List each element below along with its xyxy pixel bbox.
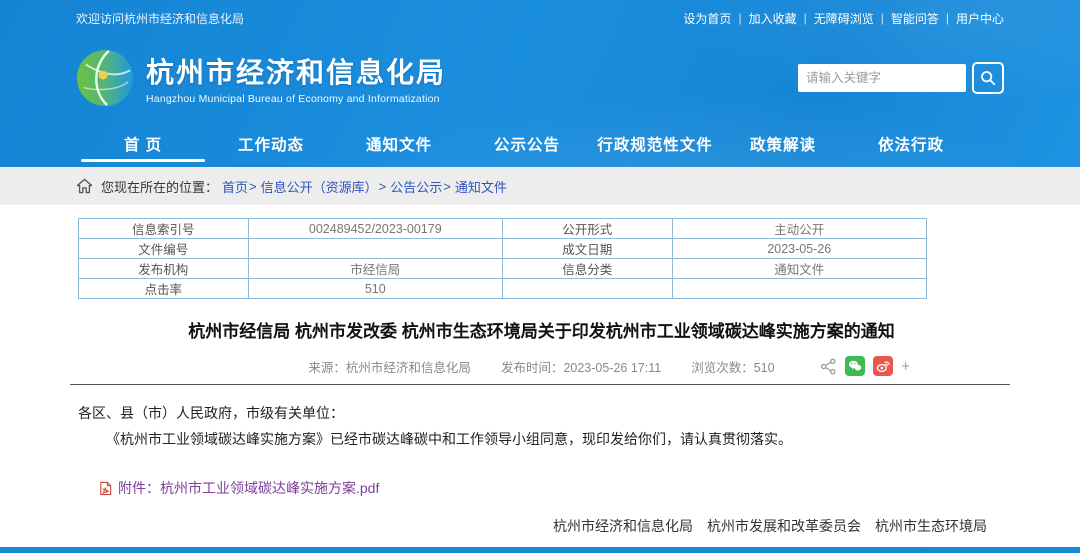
info-value-index-number: 002489452/2023-00179 bbox=[248, 219, 502, 239]
info-label-issue-date: 成文日期 bbox=[502, 239, 672, 259]
search-button[interactable] bbox=[972, 62, 1004, 94]
nav-item-home[interactable]: 首 页 bbox=[79, 120, 207, 167]
article-paragraph-body: 《杭州市工业领域碳达峰实施方案》已经市碳达峰碳中和工作领导小组同意，现印发给你们… bbox=[78, 427, 1004, 451]
topbar-links: 设为首页 | 加入收藏 | 无障碍浏览 | 智能问答 | 用户中心 bbox=[683, 10, 1004, 27]
breadcrumb-prefix: 您现在所在的位置： bbox=[101, 177, 218, 196]
info-value-empty bbox=[672, 279, 926, 299]
home-icon bbox=[76, 178, 93, 194]
info-value-issue-date: 2023-05-26 bbox=[672, 239, 926, 259]
table-row: 信息索引号 002489452/2023-00179 公开形式 主动公开 bbox=[79, 219, 927, 239]
nav-item-law-administration[interactable]: 依法行政 bbox=[847, 120, 975, 167]
search-area bbox=[798, 62, 1004, 94]
header: 杭州市经济和信息化局 Hangzhou Municipal Bureau of … bbox=[0, 36, 1080, 120]
article-source: 来源：杭州市经济和信息化局 bbox=[308, 357, 471, 376]
footer-bar bbox=[0, 547, 1080, 553]
info-label-document-number: 文件编号 bbox=[79, 239, 249, 259]
weibo-share-icon[interactable] bbox=[873, 356, 893, 376]
search-input[interactable] bbox=[798, 64, 966, 92]
share-more-button[interactable]: + bbox=[901, 359, 910, 374]
site-subtitle: Hangzhou Municipal Bureau of Economy and… bbox=[146, 93, 446, 105]
share-nodes-icon[interactable] bbox=[820, 358, 837, 375]
attachment-row: 附件：杭州市工业领域碳达峰实施方案.pdf bbox=[98, 478, 1004, 498]
breadcrumb-separator: > bbox=[379, 179, 387, 194]
info-value-click-rate: 510 bbox=[248, 279, 502, 299]
breadcrumb-link-info-disclosure[interactable]: 信息公开（资源库） bbox=[261, 177, 378, 196]
topbar-link-favorite[interactable]: 加入收藏 bbox=[749, 10, 797, 27]
nav-item-policy-interpretation[interactable]: 政策解读 bbox=[719, 120, 847, 167]
info-value-disclosure-form: 主动公开 bbox=[672, 219, 926, 239]
info-label-click-rate: 点击率 bbox=[79, 279, 249, 299]
breadcrumb-link-announcements[interactable]: 公告公示 bbox=[390, 177, 442, 196]
info-label-disclosure-form: 公开形式 bbox=[502, 219, 672, 239]
nav-item-notice-documents[interactable]: 通知文件 bbox=[335, 120, 463, 167]
info-label-issuing-agency: 发布机构 bbox=[79, 259, 249, 279]
wechat-share-icon[interactable] bbox=[845, 356, 865, 376]
info-label-index-number: 信息索引号 bbox=[79, 219, 249, 239]
table-row: 文件编号 成文日期 2023-05-26 bbox=[79, 239, 927, 259]
table-row: 发布机构 市经信局 信息分类 通知文件 bbox=[79, 259, 927, 279]
info-label-empty bbox=[502, 279, 672, 299]
signature-agencies: 杭州市经济和信息化局 杭州市发展和改革委员会 杭州市生态环境局 bbox=[78, 516, 1005, 536]
topbar-separator: | bbox=[946, 11, 949, 25]
topbar-separator: | bbox=[804, 11, 807, 25]
breadcrumb-link-notice-documents[interactable]: 通知文件 bbox=[455, 177, 507, 196]
table-row: 点击率 510 bbox=[79, 279, 927, 299]
article-paragraph-salutation: 各区、县（市）人民政府，市级有关单位： bbox=[78, 401, 1004, 425]
content: 信息索引号 002489452/2023-00179 公开形式 主动公开 文件编… bbox=[0, 205, 1080, 553]
article-publish-time: 发布时间：2023-05-26 17:11 bbox=[501, 357, 661, 376]
article-meta: 来源：杭州市经济和信息化局 发布时间：2023-05-26 17:11 浏览次数… bbox=[78, 355, 1005, 377]
info-label-info-category: 信息分类 bbox=[502, 259, 672, 279]
topbar: 欢迎访问杭州市经济和信息化局 设为首页 | 加入收藏 | 无障碍浏览 | 智能问… bbox=[0, 0, 1080, 36]
topbar-link-smart-qa[interactable]: 智能问答 bbox=[891, 10, 939, 27]
breadcrumb-link-home[interactable]: 首页 bbox=[222, 177, 248, 196]
page-title: 杭州市经信局 杭州市发改委 杭州市生态环境局关于印发杭州市工业领域碳达峰实施方案… bbox=[78, 317, 1005, 342]
bureau-logo bbox=[76, 49, 134, 107]
info-value-info-category: 通知文件 bbox=[672, 259, 926, 279]
site-title: 杭州市经济和信息化局 bbox=[146, 51, 446, 91]
site-header: 欢迎访问杭州市经济和信息化局 设为首页 | 加入收藏 | 无障碍浏览 | 智能问… bbox=[0, 0, 1080, 167]
welcome-text: 欢迎访问杭州市经济和信息化局 bbox=[76, 10, 244, 27]
topbar-separator: | bbox=[738, 11, 741, 25]
topbar-link-accessibility[interactable]: 无障碍浏览 bbox=[814, 10, 874, 27]
main-nav: 首 页 工作动态 通知文件 公示公告 行政规范性文件 政策解读 依法行政 bbox=[0, 120, 1080, 167]
meta-divider bbox=[70, 384, 1010, 385]
topbar-link-user-center[interactable]: 用户中心 bbox=[956, 10, 1004, 27]
site-identity: 杭州市经济和信息化局 Hangzhou Municipal Bureau of … bbox=[146, 51, 446, 105]
share-group: + bbox=[820, 355, 910, 377]
article-views: 浏览次数：510 bbox=[691, 357, 774, 376]
info-value-document-number bbox=[248, 239, 502, 259]
nav-item-public-announcements[interactable]: 公示公告 bbox=[463, 120, 591, 167]
info-value-issuing-agency: 市经信局 bbox=[248, 259, 502, 279]
breadcrumb: 您现在所在的位置： 首页 > 信息公开（资源库） > 公告公示 > 通知文件 bbox=[0, 167, 1080, 205]
attachment-link[interactable]: 附件：杭州市工业领域碳达峰实施方案.pdf bbox=[118, 478, 379, 498]
pdf-icon bbox=[98, 481, 113, 496]
nav-item-work-news[interactable]: 工作动态 bbox=[207, 120, 335, 167]
search-icon bbox=[979, 69, 997, 87]
topbar-separator: | bbox=[881, 11, 884, 25]
document-info-table: 信息索引号 002489452/2023-00179 公开形式 主动公开 文件编… bbox=[78, 218, 927, 299]
breadcrumb-separator: > bbox=[443, 179, 451, 194]
page: 欢迎访问杭州市经济和信息化局 设为首页 | 加入收藏 | 无障碍浏览 | 智能问… bbox=[0, 0, 1080, 553]
breadcrumb-separator: > bbox=[249, 179, 257, 194]
nav-item-normative-documents[interactable]: 行政规范性文件 bbox=[591, 120, 719, 167]
topbar-link-set-home[interactable]: 设为首页 bbox=[683, 10, 731, 27]
